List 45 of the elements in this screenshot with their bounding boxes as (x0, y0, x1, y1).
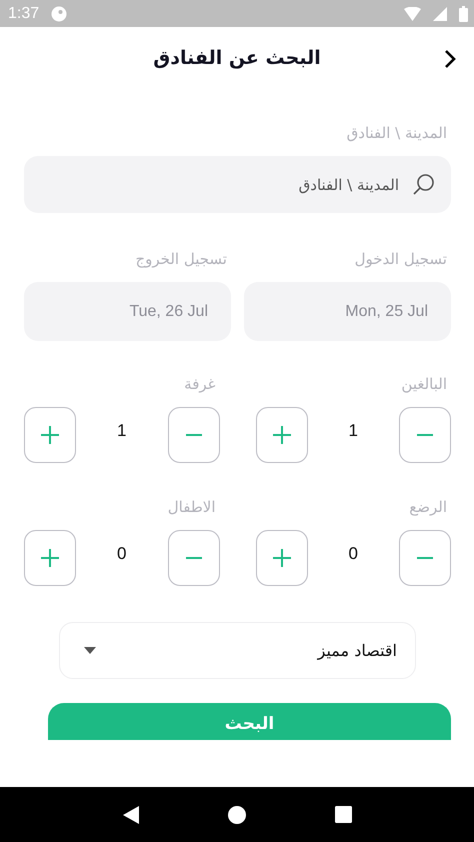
plus-icon (41, 426, 59, 444)
minus-icon (186, 434, 202, 436)
decrement-button[interactable] (168, 407, 220, 463)
plus-icon (41, 549, 59, 567)
increment-button[interactable] (256, 407, 308, 463)
date-field[interactable]: Tue, 26 Jul (24, 282, 231, 341)
dropdown-value: اقتصاد مميز (318, 641, 397, 660)
date-field[interactable]: Mon, 25 Jul (244, 282, 451, 341)
counter-label: غرفة (183, 375, 216, 393)
page-title: البحث عن الفنادق (153, 47, 321, 69)
caret-icon (84, 647, 96, 654)
status-time: 1:37 (8, 4, 40, 22)
date-label: تسجيل الخروج (134, 250, 228, 268)
increment-button[interactable] (256, 530, 308, 586)
date-label: تسجيل الدخول (354, 250, 448, 268)
decrement-button[interactable] (399, 530, 451, 586)
home-icon[interactable] (228, 806, 246, 824)
back-icon[interactable] (122, 806, 138, 824)
counter-value: 0 (348, 544, 358, 564)
recents-icon[interactable] (334, 806, 352, 823)
search-field[interactable]: المدينة \ الفنادق (24, 156, 451, 213)
chevron-icon[interactable] (444, 49, 456, 69)
signal-icon (433, 6, 447, 20)
class-dropdown[interactable]: اقتصاد مميز (59, 622, 416, 679)
field-label: المدينة \ الفنادق (346, 124, 448, 142)
notification-icon (51, 6, 68, 22)
counter-value: 1 (117, 421, 126, 441)
counter-label: الرضع (408, 498, 448, 516)
battery-icon (459, 6, 468, 22)
minus-icon (417, 557, 433, 559)
increment-button[interactable] (24, 530, 76, 586)
wifi-icon (404, 6, 421, 20)
minus-icon (417, 434, 433, 436)
plus-icon (272, 549, 290, 567)
counter-value: 0 (117, 544, 126, 564)
search-button[interactable]: البحث (48, 703, 451, 740)
search-icon (413, 173, 435, 195)
counter-label: الاطفال (166, 498, 216, 516)
plus-icon (272, 426, 290, 444)
decrement-button[interactable] (399, 407, 451, 463)
increment-button[interactable] (24, 407, 76, 463)
counter-label: البالغين (400, 375, 448, 393)
decrement-button[interactable] (168, 530, 220, 586)
counter-value: 1 (348, 421, 358, 441)
minus-icon (186, 557, 202, 559)
